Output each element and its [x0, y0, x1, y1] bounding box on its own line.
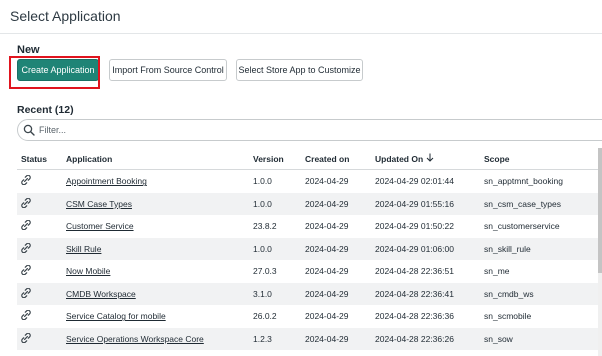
arrow-down-icon [426, 153, 434, 164]
link-chain-icon [21, 310, 31, 321]
created-on-cell: 2024-04-29 [305, 221, 349, 232]
application-link[interactable]: Service Operations Workspace Core [66, 334, 204, 344]
updated-on-cell: 2024-04-28 22:36:51 [375, 266, 454, 277]
application-link[interactable]: CSM Case Types [66, 199, 132, 209]
status-cell [17, 192, 62, 215]
scope-cell: sn_me [484, 266, 510, 277]
version-cell: 1.0.0 [249, 237, 301, 260]
link-chain-icon [21, 197, 31, 208]
table-row[interactable]: Skill Rule 1.0.0 2024-04-29 2024-04-29 01:0… [17, 237, 601, 260]
scope-cell: sn_skill_rule [480, 237, 601, 260]
status-cell [17, 327, 62, 350]
status-cell [17, 282, 62, 305]
link-chain-icon [21, 332, 31, 343]
version-cell: 3.1.0 [249, 282, 301, 305]
application-cell: CSM Case Types [62, 192, 249, 215]
import-from-source-control-button[interactable]: Import From Source Control [109, 59, 227, 81]
version-cell: 27.0.3 [253, 266, 277, 277]
application-cell: Customer Service [62, 215, 249, 238]
column-header-status: Status [17, 148, 62, 170]
column-header-scope[interactable]: Scope [480, 148, 601, 170]
table-row[interactable]: CSM Case Types 1.0.0 2024-04-29 2024-04-29 … [17, 192, 601, 215]
application-cell: Now Mobile [62, 260, 249, 283]
application-link[interactable]: Skill Rule [66, 244, 101, 254]
application-cell: Skill Rule [62, 237, 249, 260]
updated-on-cell: 2024-04-29 02:01:44 [375, 176, 454, 187]
created-on-cell: 2024-04-29 [301, 237, 371, 260]
status-cell [17, 170, 62, 193]
link-chain-icon [21, 265, 31, 276]
scope-cell: sn_sow [480, 327, 601, 350]
link-chain-icon [21, 287, 31, 298]
link-chain-icon [21, 220, 31, 231]
scope-cell: sn_apptmnt_booking [484, 176, 563, 187]
new-section-heading: New [17, 44, 40, 56]
updated-on-cell: 2024-04-28 22:36:26 [371, 327, 480, 350]
filter-input[interactable] [39, 125, 439, 135]
table-scrollbar[interactable] [598, 148, 602, 356]
scope-cell: sn_customerservice [484, 221, 560, 232]
created-on-cell: 2024-04-29 [305, 266, 349, 277]
application-link[interactable]: Appointment Booking [66, 176, 147, 186]
recent-section-heading: Recent (12) [17, 104, 74, 116]
version-cell: 1.0.0 [253, 176, 272, 187]
created-on-cell: 2024-04-29 [301, 327, 371, 350]
application-link[interactable]: Customer Service [66, 221, 134, 231]
created-on-cell: 2024-04-29 [305, 311, 349, 322]
table-row[interactable]: Appointment Booking 1.0.0 2024-04-29 2024-0… [17, 170, 601, 193]
status-cell [17, 305, 62, 328]
version-cell: 23.8.2 [253, 221, 277, 232]
column-header-created-on[interactable]: Created on [301, 148, 371, 170]
column-header-version[interactable]: Version [249, 148, 301, 170]
application-cell: Service Operations Workspace Core [62, 327, 249, 350]
column-header-updated-on[interactable]: Updated On [371, 148, 480, 170]
version-cell: 1.0.0 [249, 192, 301, 215]
table-row[interactable]: Service Operations Workspace Core 1.2.3 20… [17, 327, 601, 350]
application-cell: Service Catalog for mobile [62, 305, 249, 328]
scope-cell: sn_csm_case_types [480, 192, 601, 215]
dialog-header: Select Application [0, 0, 602, 34]
status-cell [17, 237, 62, 260]
created-on-cell: 2024-04-29 [305, 176, 349, 187]
table-row[interactable]: CMDB Workspace 3.1.0 2024-04-29 2024-04-28 … [17, 282, 601, 305]
table-header-row: Status Application Version Created on Up… [17, 148, 601, 170]
created-on-cell: 2024-04-29 [301, 192, 371, 215]
updated-on-cell: 2024-04-29 01:06:00 [371, 237, 480, 260]
updated-on-cell: 2024-04-28 22:36:36 [375, 311, 454, 322]
filter-field[interactable] [17, 119, 602, 141]
dialog-title: Select Application [10, 8, 121, 24]
status-cell [17, 260, 62, 283]
scope-cell: sn_scmobile [484, 311, 532, 322]
scrollbar-thumb[interactable] [598, 148, 602, 273]
application-cell: Appointment Booking [62, 170, 249, 193]
column-header-application[interactable]: Application [62, 148, 249, 170]
version-cell: 1.2.3 [249, 327, 301, 350]
table-row[interactable]: Service Catalog for mobile 26.0.2 2024-04-… [17, 305, 601, 328]
version-cell: 26.0.2 [253, 311, 277, 322]
updated-on-cell: 2024-04-29 01:55:16 [371, 192, 480, 215]
application-link[interactable]: Now Mobile [66, 266, 110, 276]
created-on-cell: 2024-04-29 [301, 282, 371, 305]
application-link[interactable]: Service Catalog for mobile [66, 311, 166, 321]
scope-cell: sn_cmdb_ws [480, 282, 601, 305]
table-row[interactable]: Now Mobile 27.0.3 2024-04-29 2024-04-28 22:… [17, 260, 601, 283]
updated-on-cell: 2024-04-28 22:36:41 [371, 282, 480, 305]
highlight-annotation [9, 56, 100, 89]
application-link[interactable]: CMDB Workspace [66, 289, 136, 299]
applications-table-body: Appointment Booking 1.0.0 2024-04-29 2024-0… [17, 170, 601, 350]
select-store-app-button[interactable]: Select Store App to Customize [236, 59, 363, 81]
link-chain-icon [21, 242, 31, 253]
link-chain-icon [21, 175, 31, 186]
search-icon [23, 124, 35, 136]
applications-table: Status Application Version Created on Up… [17, 148, 601, 350]
updated-on-cell: 2024-04-29 01:50:22 [375, 221, 454, 232]
status-cell [17, 215, 62, 238]
application-cell: CMDB Workspace [62, 282, 249, 305]
column-header-updated-on-label: Updated On [375, 154, 424, 164]
table-row[interactable]: Customer Service 23.8.2 2024-04-29 2024-04-… [17, 215, 601, 238]
